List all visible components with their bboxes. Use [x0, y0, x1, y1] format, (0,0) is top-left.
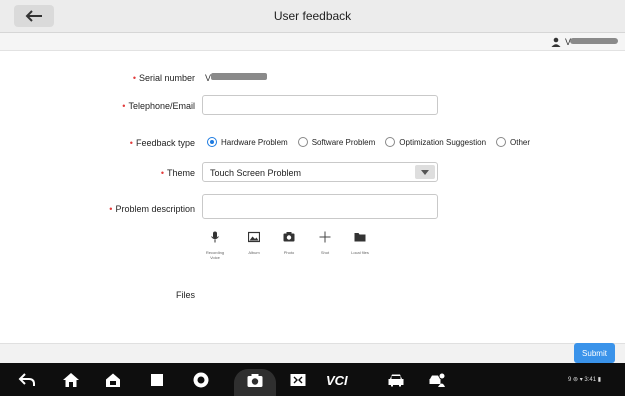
problem-description-input[interactable]: [202, 194, 438, 219]
back-arrow-icon: [18, 373, 35, 386]
square-icon: [151, 374, 163, 386]
user-icon: [551, 37, 561, 47]
radio-hardware-problem[interactable]: Hardware Problem: [207, 137, 288, 147]
required-marker: •: [129, 138, 133, 148]
folder-icon: [354, 233, 366, 242]
system-navigation-bar: [0, 363, 625, 396]
browser-icon: [193, 372, 209, 388]
house-outline-icon: [106, 373, 120, 387]
serial-number-label: • Serial number: [132, 73, 195, 83]
radio-checked-icon: [207, 137, 217, 147]
attach-label: Shot: [320, 250, 330, 255]
nav-launcher-button[interactable]: [104, 371, 122, 389]
nav-home-button[interactable]: [62, 371, 80, 389]
files-label: Files: [175, 290, 195, 300]
feedback-type-group: Hardware Problem Software Problem Optimi…: [207, 136, 540, 148]
home-icon: [63, 373, 79, 387]
chevron-down-icon[interactable]: [415, 165, 435, 179]
radio-unchecked-icon: [385, 137, 396, 147]
required-marker: •: [132, 73, 136, 83]
theme-selected-value: Touch Screen Problem: [210, 168, 302, 178]
user-name-redaction: [570, 38, 618, 44]
attach-label: Local files: [351, 250, 369, 255]
required-marker: •: [109, 204, 113, 214]
radio-unchecked-icon: [496, 137, 507, 147]
required-marker: •: [122, 101, 126, 111]
nav-recent-apps-button[interactable]: [148, 371, 166, 389]
image-icon: [248, 231, 260, 243]
action-bar: [0, 344, 625, 363]
required-marker: •: [160, 168, 164, 178]
radio-optimization-suggestion[interactable]: Optimization Suggestion: [385, 137, 486, 147]
nav-back-button[interactable]: [18, 371, 36, 389]
attach-label: Album: [248, 250, 260, 255]
problem-description-label: • Problem description: [109, 204, 195, 214]
radio-other[interactable]: Other: [496, 137, 530, 147]
attach-album-button[interactable]: Album: [240, 231, 268, 255]
theme-label: • Theme: [160, 168, 195, 178]
microphone-icon: [211, 231, 219, 243]
user-bar: V: [0, 33, 625, 51]
radio-unchecked-icon: [297, 137, 308, 147]
serial-number-redaction: [211, 73, 267, 80]
page-title: User feedback: [273, 9, 352, 23]
contact-input[interactable]: [202, 95, 438, 115]
radio-software-problem[interactable]: Software Problem: [297, 137, 375, 147]
nav-screenshot-highlight: [234, 369, 276, 396]
attach-shot-button[interactable]: Shot: [311, 231, 339, 255]
contact-label: • Telephone/Email: [122, 101, 195, 111]
feedback-form: • Serial number V • Telephone/Email • Feedb…: [0, 51, 625, 343]
attach-local-files-button[interactable]: Local files: [346, 231, 374, 255]
plus-icon: [319, 231, 331, 243]
attach-label: Photo: [283, 250, 295, 255]
attach-photo-button[interactable]: Photo: [275, 231, 303, 255]
theme-select[interactable]: Touch Screen Problem: [202, 162, 438, 182]
camera-icon: [283, 232, 295, 242]
attach-label: Recording Voice: [205, 250, 225, 260]
feedback-type-label: • Feedback type: [129, 138, 195, 148]
nav-browser-button[interactable]: [192, 371, 210, 389]
attach-recording-voice-button[interactable]: Recording Voice: [201, 231, 229, 260]
title-bar: User feedback: [0, 0, 625, 33]
submit-button[interactable]: Submit: [574, 343, 615, 363]
